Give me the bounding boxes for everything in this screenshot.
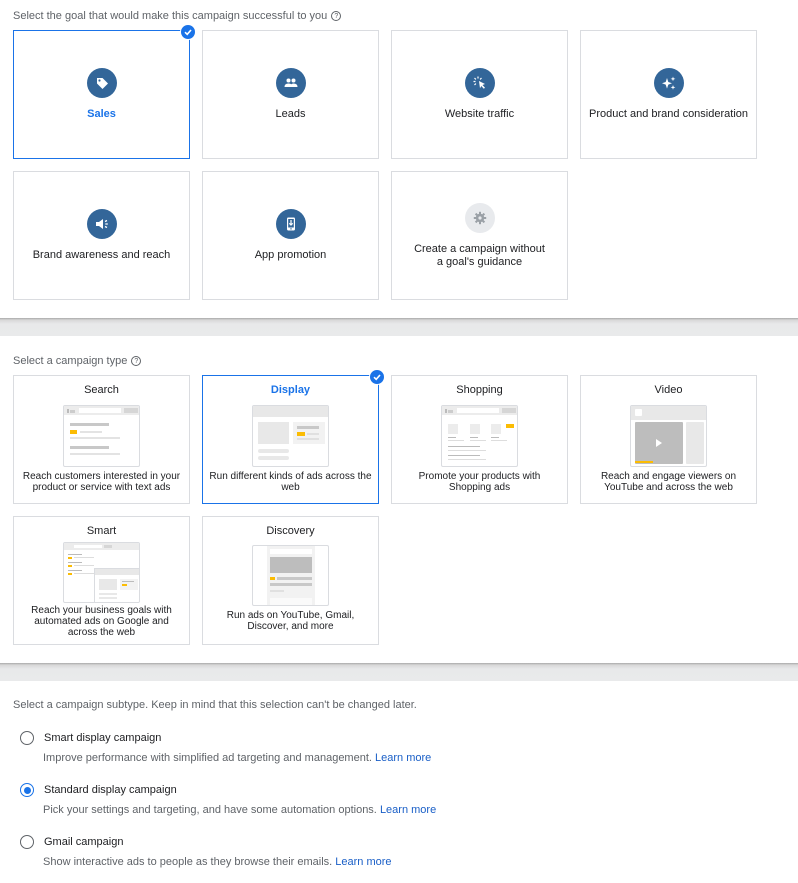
goal-label: App promotion <box>254 249 327 261</box>
subtype-radio-row[interactable]: Gmail campaign <box>20 835 392 849</box>
campaign-type-discovery[interactable]: Discovery Run ads on YouTube, Gmail, Dis… <box>202 516 379 645</box>
subtype-description-text: Show interactive ads to people as they b… <box>43 856 333 868</box>
subtype-label: Smart display campaign <box>44 732 162 744</box>
campaign-type-title: Video <box>654 384 683 396</box>
search-ad-illustration <box>63 405 140 467</box>
campaign-type-description: Reach and engage viewers on YouTube and … <box>600 471 737 493</box>
goal-label: Leads <box>275 108 306 120</box>
campaign-type-title: Display <box>270 384 311 396</box>
play-icon <box>656 439 662 447</box>
subtype-radio-row[interactable]: Smart display campaign <box>20 731 431 745</box>
goal-card-app-promotion[interactable]: App promotion <box>202 171 379 300</box>
campaign-type-shopping[interactable]: Shopping Promote your products with Shop… <box>391 375 568 504</box>
subtype-radio-row[interactable]: Standard display campaign <box>20 783 436 797</box>
campaign-type-video[interactable]: Video Reach and engage viewers on YouTub… <box>580 375 757 504</box>
phone-download-icon <box>275 209 306 239</box>
goal-card-no-goal[interactable]: Create a campaign without a goal's guida… <box>391 171 568 300</box>
learn-more-link[interactable]: Learn more <box>380 804 436 816</box>
discovery-ad-illustration <box>252 545 329 606</box>
sparkle-icon <box>653 68 684 98</box>
goal-label: Sales <box>87 108 116 120</box>
campaign-type-description: Run different kinds of ads across the we… <box>209 471 372 493</box>
campaign-type-description: Reach customers interested in your produ… <box>22 471 181 493</box>
goal-label: Create a campaign without a goal's guida… <box>414 242 545 268</box>
radio-button-selected[interactable] <box>20 783 34 797</box>
subtype-option-gmail: Gmail campaign Show interactive ads to p… <box>20 835 392 868</box>
video-ad-illustration <box>630 405 707 467</box>
learn-more-link[interactable]: Learn more <box>375 752 431 764</box>
shopping-ad-illustration <box>441 405 518 467</box>
subtype-description: Show interactive ads to people as they b… <box>43 856 392 868</box>
goal-section-label: Select the goal that would make this cam… <box>13 10 342 22</box>
subtype-label: Gmail campaign <box>44 836 124 848</box>
subtype-label-text: Select a campaign subtype. Keep in mind … <box>13 699 417 711</box>
goal-card-product-brand-consideration[interactable]: Product and brand consideration <box>580 30 757 159</box>
learn-more-link[interactable]: Learn more <box>335 856 391 868</box>
goal-card-leads[interactable]: Leads <box>202 30 379 159</box>
campaign-type-smart[interactable]: Smart Reach your business goals with aut… <box>13 516 190 645</box>
help-icon[interactable]: ? <box>331 11 342 21</box>
campaign-type-title: Discovery <box>266 525 315 537</box>
goal-card-website-traffic[interactable]: Website traffic <box>391 30 568 159</box>
campaign-type-section-label: Select a campaign type ? <box>13 355 142 367</box>
smart-ad-illustration <box>63 542 140 603</box>
subtype-option-smart-display: Smart display campaign Improve performan… <box>20 731 431 764</box>
campaign-type-search[interactable]: Search Reach customers interested in you… <box>13 375 190 504</box>
subtype-description-text: Pick your settings and targeting, and ha… <box>43 804 377 816</box>
goal-label: Website traffic <box>444 108 515 120</box>
check-icon <box>369 369 385 385</box>
campaign-type-label-text: Select a campaign type <box>13 355 128 367</box>
goal-section-label-text: Select the goal that would make this cam… <box>13 10 328 22</box>
goal-card-sales[interactable]: Sales <box>13 24 196 159</box>
campaign-type-description: Reach your business goals with automated… <box>31 605 172 638</box>
subtype-description: Pick your settings and targeting, and ha… <box>43 804 436 816</box>
goal-card-brand-awareness[interactable]: Brand awareness and reach <box>13 171 190 300</box>
campaign-type-title: Shopping <box>456 384 503 396</box>
megaphone-icon <box>86 209 117 239</box>
goal-label: Product and brand consideration <box>589 108 748 120</box>
subtype-option-standard-display: Standard display campaign Pick your sett… <box>20 783 436 816</box>
subtype-description-text: Improve performance with simplified ad t… <box>43 752 372 764</box>
display-ad-illustration <box>252 405 329 467</box>
campaign-type-title: Search <box>84 384 119 396</box>
cursor-click-icon <box>464 68 495 98</box>
subtype-label: Standard display campaign <box>44 784 177 796</box>
subtype-section-label: Select a campaign subtype. Keep in mind … <box>13 699 417 711</box>
campaign-type-display[interactable]: Display Run different kinds of ads acros… <box>202 369 385 504</box>
campaign-type-description: Promote your products with Shopping ads <box>418 471 541 493</box>
gear-icon <box>464 202 495 233</box>
campaign-type-title: Smart <box>86 525 117 537</box>
radio-button[interactable] <box>20 731 34 745</box>
radio-button[interactable] <box>20 835 34 849</box>
section-divider <box>0 663 798 681</box>
help-icon[interactable]: ? <box>131 356 142 366</box>
campaign-type-description: Run ads on YouTube, Gmail, Discover, and… <box>226 610 355 632</box>
subtype-description: Improve performance with simplified ad t… <box>43 752 431 764</box>
check-icon <box>180 24 196 40</box>
tag-icon <box>86 68 117 98</box>
goal-label: Brand awareness and reach <box>32 249 171 261</box>
section-divider <box>0 318 798 336</box>
people-icon <box>275 68 306 98</box>
